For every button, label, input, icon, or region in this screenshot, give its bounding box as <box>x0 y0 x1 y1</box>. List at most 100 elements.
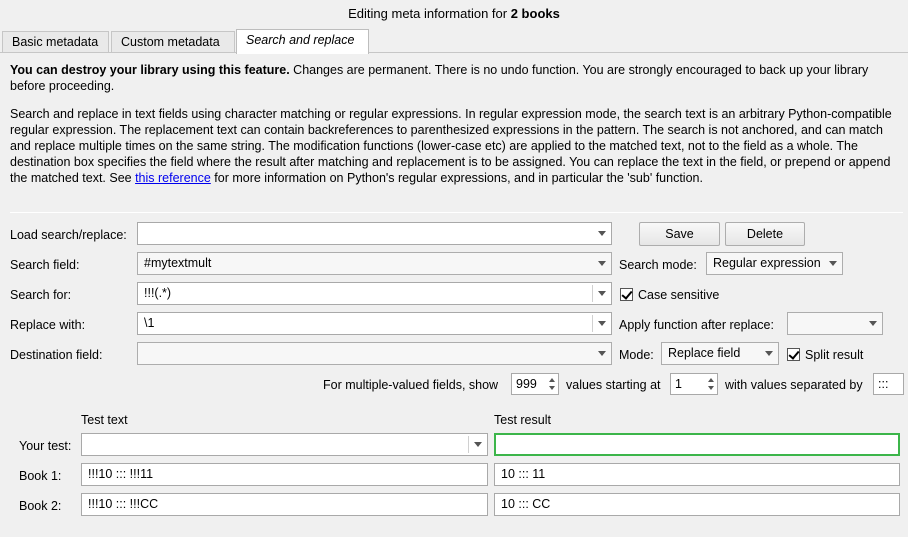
multi-suffix-text: with values separated by <box>725 378 863 392</box>
chevron-down-icon <box>869 321 877 326</box>
your-test-result <box>494 433 900 456</box>
save-button[interactable]: Save <box>639 222 720 246</box>
apply-function-select[interactable] <box>787 312 883 335</box>
multi-prefix-label: For multiple-valued fields, show <box>323 377 498 393</box>
multi-show-spinbox[interactable]: 999 <box>511 373 559 395</box>
save-button-label: Save <box>665 227 694 241</box>
tab-divider <box>0 52 908 53</box>
search-for-value: !!!(.*) <box>144 286 172 300</box>
load-search-replace-combo[interactable] <box>137 222 612 245</box>
test-text-header: Test text <box>81 412 128 428</box>
book-2-text-value: !!!10 ::: !!!CC <box>88 497 159 511</box>
spin-down-icon[interactable] <box>549 386 555 390</box>
search-for-label: Search for: <box>10 287 71 303</box>
spin-up-icon[interactable] <box>708 378 714 382</box>
your-test-label-text: Your test: <box>19 439 72 453</box>
window-title-prefix: Editing meta information for <box>348 6 511 21</box>
book-1-text-value: !!!10 ::: !!!11 <box>88 467 154 481</box>
book-2-test-result: 10 ::: CC <box>494 493 900 516</box>
case-sensitive-checkbox[interactable] <box>620 288 633 301</box>
window-title: Editing meta information for 2 books <box>0 6 908 21</box>
chevron-down-icon[interactable] <box>474 442 482 447</box>
tab-custom-metadata-label: Custom metadata <box>121 35 220 49</box>
replace-with-label: Replace with: <box>10 317 85 333</box>
book-2-label: Book 2: <box>19 498 61 514</box>
replace-with-value: \1 <box>144 316 155 330</box>
search-field-label-text: Search field: <box>10 258 80 272</box>
multi-show-value: 999 <box>516 377 537 391</box>
multi-separator-input[interactable]: ::: <box>873 373 904 395</box>
replace-with-label-text: Replace with: <box>10 318 86 332</box>
apply-function-label: Apply function after replace: <box>619 317 774 333</box>
spin-down-icon[interactable] <box>708 386 714 390</box>
book-1-label-text: Book 1: <box>19 469 62 483</box>
split-result-label: Split result <box>805 347 863 363</box>
tab-basic-metadata-label: Basic metadata <box>12 35 99 49</box>
mode-label: Mode: <box>619 347 654 363</box>
split-result-label-text: Split result <box>805 348 864 362</box>
book-2-result-value: 10 ::: CC <box>501 497 551 511</box>
description-after: for more information on Python's regular… <box>210 171 703 185</box>
tab-bar: Basic metadata Custom metadata Search an… <box>0 29 908 54</box>
split-result-checkbox[interactable] <box>787 348 800 361</box>
multi-prefix-text: For multiple-valued fields, show <box>323 378 499 392</box>
multi-separator-value: ::: <box>878 377 889 391</box>
case-sensitive-label: Case sensitive <box>638 287 719 303</box>
apply-function-label-text: Apply function after replace: <box>619 318 774 332</box>
book-2-test-text[interactable]: !!!10 ::: !!!CC <box>81 493 488 516</box>
test-result-header: Test result <box>494 412 551 428</box>
combo-divider <box>468 436 469 453</box>
chevron-down-icon <box>765 351 773 356</box>
search-mode-label-text: Search mode: <box>619 258 697 272</box>
replace-with-input[interactable]: \1 <box>137 312 612 335</box>
chevron-down-icon <box>598 231 606 236</box>
chevron-down-icon <box>598 261 606 266</box>
search-for-input[interactable]: !!!(.*) <box>137 282 612 305</box>
combo-divider <box>592 315 593 332</box>
warning-bold: You can destroy your library using this … <box>10 63 290 77</box>
test-result-header-text: Test result <box>494 413 551 427</box>
destination-label-text: Destination field: <box>10 348 103 362</box>
search-mode-label: Search mode: <box>619 257 697 273</box>
delete-button[interactable]: Delete <box>725 222 805 246</box>
reference-link[interactable]: this reference <box>135 171 211 185</box>
spin-up-icon[interactable] <box>549 378 555 382</box>
search-field-value: #mytextmult <box>144 256 212 270</box>
combo-divider <box>592 285 593 302</box>
search-mode-value: Regular expression <box>713 256 821 270</box>
your-test-input[interactable] <box>81 433 488 456</box>
book-1-test-result: 10 ::: 11 <box>494 463 900 486</box>
load-label-text: Load search/replace: <box>10 228 127 242</box>
tab-custom-metadata[interactable]: Custom metadata <box>111 31 235 53</box>
multi-suffix-label: with values separated by <box>725 377 863 393</box>
load-label: Load search/replace: <box>10 227 127 243</box>
multi-start-spinbox[interactable]: 1 <box>670 373 718 395</box>
tab-search-and-replace[interactable]: Search and replace <box>236 29 369 54</box>
mode-value: Replace field <box>668 346 741 360</box>
your-test-label: Your test: <box>19 438 71 454</box>
separator <box>10 212 903 213</box>
multi-middle-text: values starting at <box>566 378 661 392</box>
chevron-down-icon <box>829 261 837 266</box>
search-mode-select[interactable]: Regular expression <box>706 252 843 275</box>
book-1-test-text[interactable]: !!!10 ::: !!!11 <box>81 463 488 486</box>
test-text-header-text: Test text <box>81 413 128 427</box>
book-1-label: Book 1: <box>19 468 61 484</box>
delete-button-label: Delete <box>746 227 784 241</box>
description-text: Search and replace in text fields using … <box>10 106 906 186</box>
chevron-down-icon[interactable] <box>598 321 606 326</box>
tab-basic-metadata[interactable]: Basic metadata <box>2 31 109 53</box>
book-1-result-value: 10 ::: 11 <box>501 467 546 481</box>
destination-field-select[interactable] <box>137 342 612 365</box>
mode-select[interactable]: Replace field <box>661 342 779 365</box>
search-field-select[interactable]: #mytextmult <box>137 252 612 275</box>
chevron-down-icon[interactable] <box>598 291 606 296</box>
tab-search-and-replace-label: Search and replace <box>246 33 355 47</box>
search-field-label: Search field: <box>10 257 79 273</box>
case-sensitive-label-text: Case sensitive <box>638 288 720 302</box>
window-title-count: 2 books <box>510 6 560 21</box>
book-2-label-text: Book 2: <box>19 499 62 513</box>
warning-text: You can destroy your library using this … <box>10 62 906 94</box>
chevron-down-icon <box>598 351 606 356</box>
mode-label-text: Mode: <box>619 348 654 362</box>
